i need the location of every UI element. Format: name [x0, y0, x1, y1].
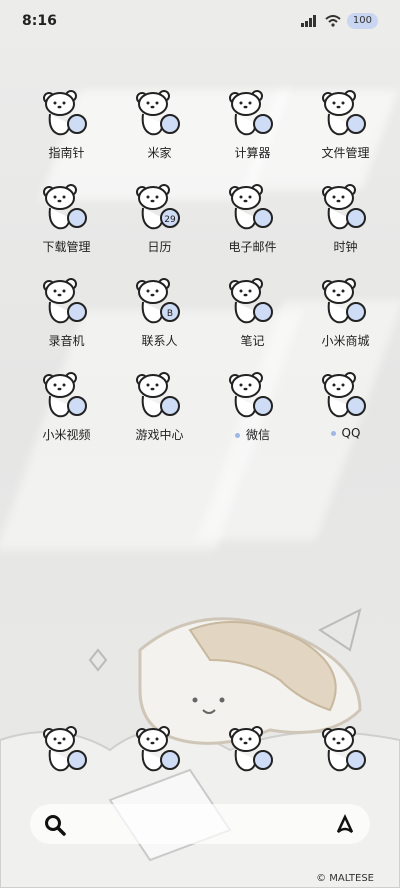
app-wechat[interactable]: 微信 [206, 368, 299, 443]
clock-app-icon[interactable] [319, 180, 373, 234]
dock-item[interactable] [113, 722, 206, 776]
app-email[interactable]: 电子邮件 [206, 180, 299, 255]
dock-item[interactable] [299, 722, 392, 776]
app-qq[interactable]: QQ [299, 368, 392, 440]
app-label-text: 时钟 [333, 240, 358, 254]
assistant-icon[interactable] [334, 814, 356, 836]
camera-app-icon[interactable] [319, 722, 373, 776]
app-label-text: 指南针 [48, 146, 85, 160]
app-label: 文件管理 [321, 144, 369, 161]
status-right: 100 [300, 13, 378, 29]
search-icon[interactable] [44, 814, 66, 836]
app-recorder[interactable]: 录音机 [20, 274, 113, 349]
signal-icon [300, 15, 316, 27]
mi-store-app-icon[interactable] [319, 274, 373, 328]
dock-item[interactable] [20, 722, 113, 776]
recorder-app-icon[interactable] [40, 274, 94, 328]
app-label-text: 小米视频 [42, 428, 91, 442]
app-label-text: 下载管理 [42, 240, 91, 254]
battery-indicator: 100 [346, 13, 378, 29]
app-contacts[interactable]: B 联系人 [113, 274, 206, 349]
app-notes[interactable]: 笔记 [206, 274, 299, 349]
app-game-center[interactable]: 游戏中心 [113, 368, 206, 443]
app-label: 电子邮件 [228, 238, 276, 255]
app-mi-video[interactable]: 小米视频 [20, 368, 113, 443]
app-label-text: 联系人 [141, 334, 178, 348]
app-label: 小米商城 [321, 332, 369, 349]
status-time: 8:16 [22, 13, 57, 29]
app-label: 指南针 [48, 144, 84, 161]
notes-app-icon[interactable] [226, 274, 280, 328]
downloads-app-icon[interactable] [40, 180, 94, 234]
email-app-icon[interactable] [226, 180, 280, 234]
app-label: 联系人 [141, 332, 177, 349]
new-dot-indicator [234, 433, 240, 438]
file-manager-app-icon[interactable] [319, 86, 373, 140]
qq-app-icon[interactable] [319, 368, 373, 422]
search-bar[interactable] [30, 804, 370, 844]
app-label-text: 笔记 [240, 334, 265, 348]
app-label-text: 电子邮件 [228, 240, 277, 254]
app-downloads[interactable]: 下载管理 [20, 180, 113, 255]
app-mi-store[interactable]: 小米商城 [299, 274, 392, 349]
app-mijia[interactable]: 米家 [113, 86, 206, 161]
app-label-text: 微信 [245, 428, 270, 442]
app-label: 小米视频 [42, 426, 90, 443]
chat-app-icon[interactable] [226, 722, 280, 776]
status-bar: 8:16 100 [0, 0, 400, 42]
new-dot-indicator [330, 431, 336, 436]
contacts-app-icon[interactable]: B [133, 274, 187, 328]
wifi-icon [325, 15, 341, 27]
mijia-app-icon[interactable] [133, 86, 187, 140]
credit-text: © MALTESE [316, 873, 374, 884]
app-calendar[interactable]: 29 日历 [113, 180, 206, 255]
app-label: 录音机 [48, 332, 84, 349]
app-label-text: 小米商城 [321, 334, 370, 348]
app-label: 时钟 [333, 238, 357, 255]
calendar-app-icon[interactable]: 29 [133, 180, 187, 234]
mi-video-app-icon[interactable] [40, 368, 94, 422]
app-file-manager[interactable]: 文件管理 [299, 86, 392, 161]
compass-app-icon[interactable] [40, 86, 94, 140]
app-label: 计算器 [234, 144, 270, 161]
svg-text:29: 29 [164, 215, 176, 225]
game-center-app-icon[interactable] [133, 368, 187, 422]
app-compass[interactable]: 指南针 [20, 86, 113, 161]
calculator-app-icon[interactable] [226, 86, 280, 140]
app-label-text: 米家 [147, 146, 172, 160]
app-clock[interactable]: 时钟 [299, 180, 392, 255]
app-label: 笔记 [240, 332, 264, 349]
app-label-text: 计算器 [234, 146, 271, 160]
app-label-text: 日历 [147, 240, 172, 254]
app-label: 微信 [234, 426, 270, 443]
app-label: QQ [330, 426, 361, 440]
messages-app-icon[interactable] [133, 722, 187, 776]
dock-item[interactable] [206, 722, 299, 776]
app-label-text: 录音机 [48, 334, 85, 348]
svg-text:B: B [166, 309, 172, 319]
app-label-text: 文件管理 [321, 146, 370, 160]
app-label: 下载管理 [42, 238, 90, 255]
app-label-text: QQ [341, 426, 361, 440]
app-label-text: 游戏中心 [135, 428, 184, 442]
wechat-app-icon[interactable] [226, 368, 280, 422]
phone-app-icon[interactable] [40, 722, 94, 776]
app-calculator[interactable]: 计算器 [206, 86, 299, 161]
app-label: 游戏中心 [135, 426, 183, 443]
app-label: 日历 [147, 238, 171, 255]
app-label: 米家 [147, 144, 171, 161]
dock [0, 722, 400, 782]
